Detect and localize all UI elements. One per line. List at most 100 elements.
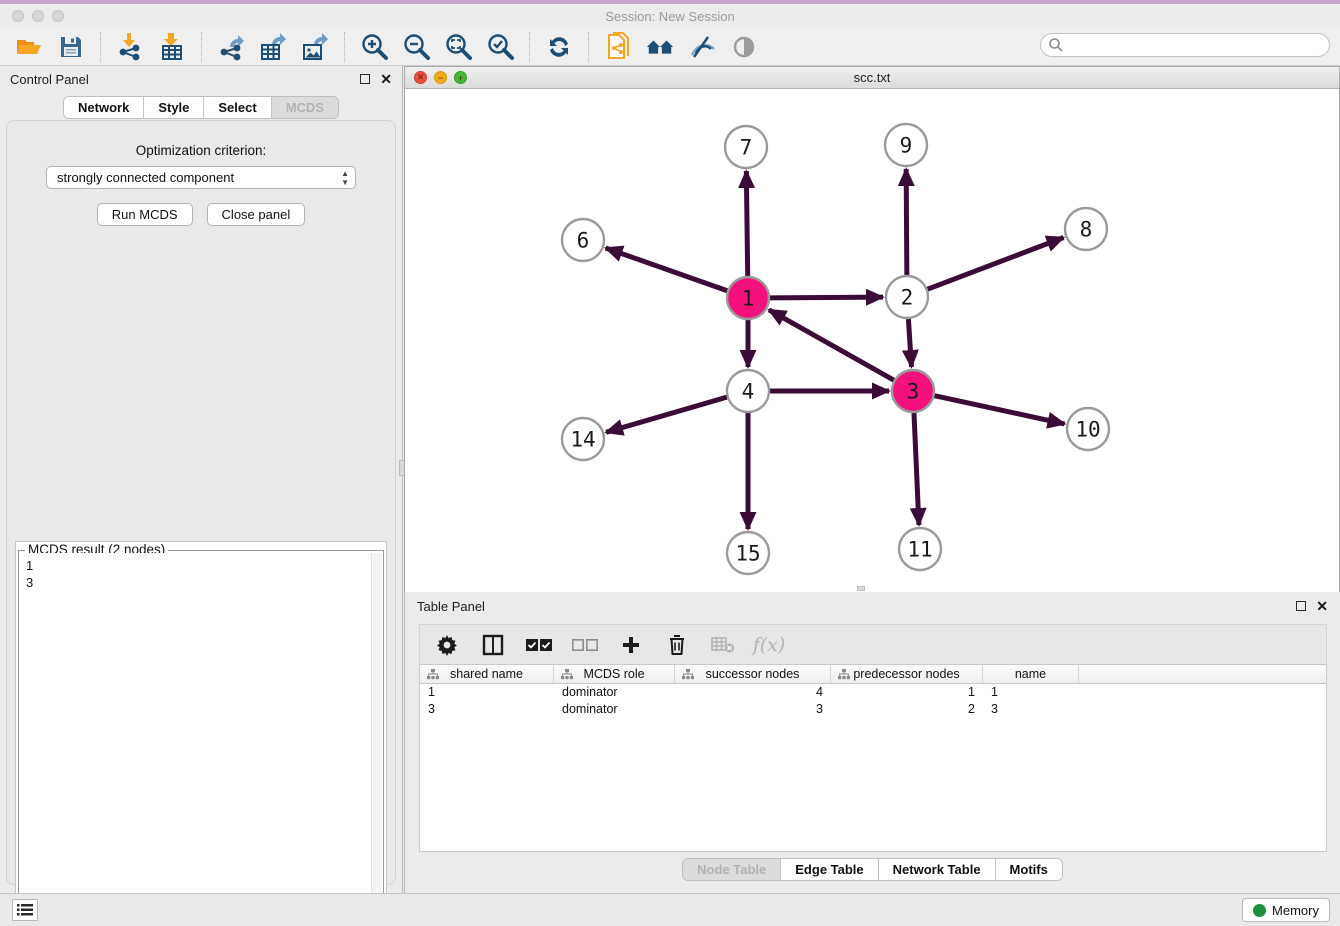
zoom-selected-icon[interactable] bbox=[485, 32, 515, 62]
result-line: 1 bbox=[26, 557, 382, 574]
export-image-icon[interactable] bbox=[300, 32, 330, 62]
gear-icon[interactable] bbox=[434, 632, 460, 658]
criterion-dropdown[interactable]: strongly connected component ▲▼ bbox=[46, 166, 356, 189]
node-11[interactable]: 11 bbox=[899, 528, 941, 570]
cell-MCDS-role[interactable]: dominator bbox=[554, 684, 675, 701]
network-graph[interactable]: 7 9 6 8 1 2 4 3 14 10 15 11 bbox=[405, 89, 1339, 592]
tab-network-table[interactable]: Network Table bbox=[879, 859, 996, 880]
show-panel-icon[interactable] bbox=[729, 32, 759, 62]
close-panel-icon[interactable]: ✕ bbox=[380, 74, 392, 84]
close-table-panel-icon[interactable]: ✕ bbox=[1316, 601, 1328, 611]
table-panel-title: Table Panel bbox=[417, 599, 485, 614]
float-panel-icon[interactable] bbox=[360, 74, 370, 84]
edge-1-7[interactable] bbox=[746, 171, 747, 276]
edge-3-11[interactable] bbox=[914, 413, 919, 525]
run-mcds-button[interactable]: Run MCDS bbox=[97, 203, 193, 226]
node-2[interactable]: 2 bbox=[886, 276, 928, 318]
edge-2-8[interactable] bbox=[928, 238, 1064, 290]
edge-1-2[interactable] bbox=[770, 297, 883, 298]
node-10[interactable]: 10 bbox=[1067, 408, 1109, 450]
node-7[interactable]: 7 bbox=[725, 126, 767, 168]
node-table[interactable]: shared nameMCDS rolesuccessor nodesprede… bbox=[419, 664, 1327, 852]
unselect-all-columns-icon[interactable] bbox=[572, 632, 598, 658]
network-close-icon[interactable]: ✕ bbox=[414, 71, 427, 84]
column-header-name[interactable]: name bbox=[983, 665, 1079, 683]
column-header-shared-name[interactable]: shared name bbox=[420, 665, 554, 683]
cell-MCDS-role[interactable]: dominator bbox=[554, 701, 675, 718]
node-8[interactable]: 8 bbox=[1065, 208, 1107, 250]
status-bar: Memory bbox=[0, 893, 1340, 926]
refresh-layout-icon[interactable] bbox=[544, 32, 574, 62]
edge-2-9[interactable] bbox=[906, 169, 907, 275]
cell-name[interactable]: 1 bbox=[983, 684, 1079, 701]
cell-predecessor-nodes[interactable]: 2 bbox=[831, 701, 983, 718]
window-title: Session: New Session bbox=[0, 9, 1340, 24]
network-window-titlebar[interactable]: ✕ − + scc.txt bbox=[405, 67, 1339, 89]
table-row[interactable]: 1dominator411 bbox=[420, 684, 1326, 701]
search-input[interactable] bbox=[1040, 33, 1330, 57]
first-neighbors-icon[interactable] bbox=[645, 32, 675, 62]
birdseye-handle[interactable] bbox=[857, 586, 865, 591]
node-14[interactable]: 14 bbox=[562, 418, 604, 460]
task-history-button[interactable] bbox=[12, 899, 38, 921]
result-scrollbar[interactable] bbox=[371, 553, 382, 918]
open-session-icon[interactable] bbox=[14, 32, 44, 62]
node-6[interactable]: 6 bbox=[562, 219, 604, 261]
column-header-MCDS-role[interactable]: MCDS role bbox=[554, 665, 675, 683]
import-table-icon[interactable] bbox=[157, 32, 187, 62]
save-session-icon[interactable] bbox=[56, 32, 86, 62]
cell-shared-name[interactable]: 3 bbox=[420, 701, 554, 718]
table-panel: Table Panel ✕ f(x) shared bbox=[404, 592, 1340, 893]
tab-select[interactable]: Select bbox=[204, 97, 271, 118]
edge-3-1[interactable] bbox=[769, 310, 894, 380]
delete-column-icon[interactable] bbox=[664, 632, 690, 658]
main-toolbar bbox=[0, 28, 1340, 66]
float-table-panel-icon[interactable] bbox=[1296, 601, 1306, 611]
mcds-result-text[interactable]: 13 bbox=[20, 553, 382, 918]
node-9[interactable]: 9 bbox=[885, 124, 927, 166]
table-row[interactable]: 3dominator323 bbox=[420, 701, 1326, 718]
network-maximize-icon[interactable]: + bbox=[454, 71, 467, 84]
column-layout-icon[interactable] bbox=[480, 632, 506, 658]
memory-button[interactable]: Memory bbox=[1242, 898, 1330, 922]
export-network-icon[interactable] bbox=[216, 32, 246, 62]
select-all-columns-icon[interactable] bbox=[526, 632, 552, 658]
column-header-predecessor-nodes[interactable]: predecessor nodes bbox=[831, 665, 983, 683]
tab-node-table[interactable]: Node Table bbox=[683, 859, 781, 880]
close-panel-button[interactable]: Close panel bbox=[207, 203, 306, 226]
edge-3-10[interactable] bbox=[934, 396, 1064, 424]
search-icon bbox=[1048, 37, 1064, 53]
node-4[interactable]: 4 bbox=[727, 370, 769, 412]
cell-shared-name[interactable]: 1 bbox=[420, 684, 554, 701]
network-minimize-icon[interactable]: − bbox=[434, 71, 447, 84]
delete-table-icon[interactable] bbox=[710, 632, 736, 658]
edge-1-6[interactable] bbox=[606, 248, 728, 291]
node-15[interactable]: 15 bbox=[727, 532, 769, 574]
cell-successor-nodes[interactable]: 4 bbox=[675, 684, 831, 701]
cell-successor-nodes[interactable]: 3 bbox=[675, 701, 831, 718]
edge-2-3[interactable] bbox=[908, 319, 911, 367]
edge-4-14[interactable] bbox=[606, 397, 727, 432]
cell-name[interactable]: 3 bbox=[983, 701, 1079, 718]
add-column-icon[interactable] bbox=[618, 632, 644, 658]
node-1[interactable]: 1 bbox=[727, 277, 769, 319]
column-header-successor-nodes[interactable]: successor nodes bbox=[675, 665, 831, 683]
zoom-in-icon[interactable] bbox=[359, 32, 389, 62]
new-network-from-selection-icon[interactable] bbox=[603, 32, 633, 62]
tab-mcds[interactable]: MCDS bbox=[272, 97, 338, 118]
svg-text:10: 10 bbox=[1075, 417, 1100, 441]
cell-predecessor-nodes[interactable]: 1 bbox=[831, 684, 983, 701]
zoom-out-icon[interactable] bbox=[401, 32, 431, 62]
network-canvas[interactable]: 7 9 6 8 1 2 4 3 14 10 15 11 bbox=[405, 89, 1339, 592]
import-network-icon[interactable] bbox=[115, 32, 145, 62]
tab-network[interactable]: Network bbox=[64, 97, 144, 118]
tab-edge-table[interactable]: Edge Table bbox=[781, 859, 878, 880]
network-window-title: scc.txt bbox=[405, 70, 1339, 85]
hide-panel-icon[interactable] bbox=[687, 32, 717, 62]
tab-motifs[interactable]: Motifs bbox=[996, 859, 1062, 880]
zoom-fit-icon[interactable] bbox=[443, 32, 473, 62]
node-3[interactable]: 3 bbox=[892, 370, 934, 412]
memory-status-icon bbox=[1253, 904, 1266, 917]
export-table-icon[interactable] bbox=[258, 32, 288, 62]
tab-style[interactable]: Style bbox=[144, 97, 204, 118]
